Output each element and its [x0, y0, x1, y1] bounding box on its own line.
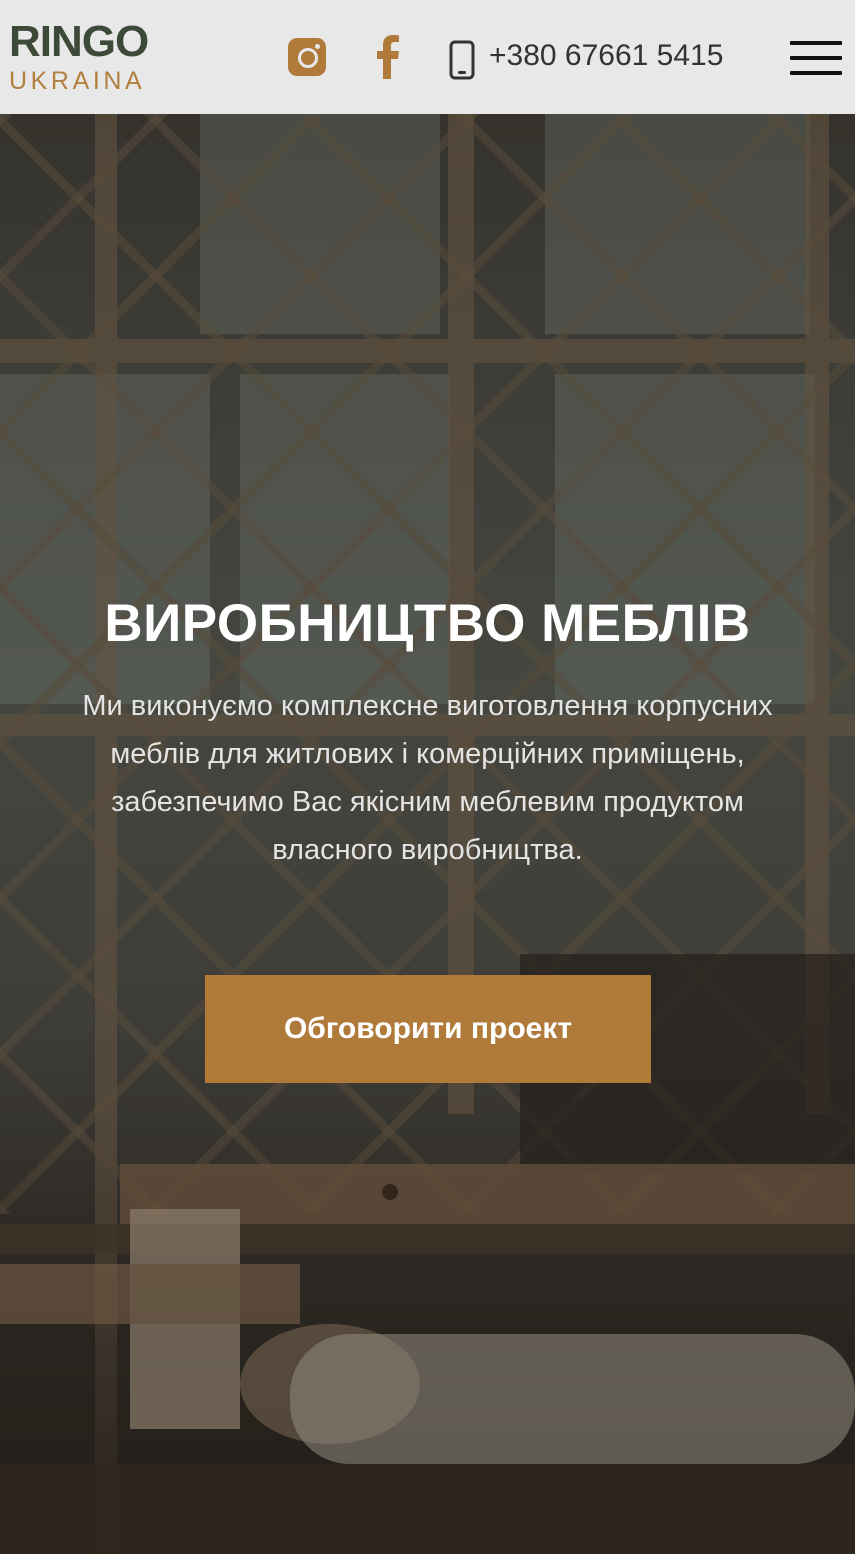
- instagram-icon[interactable]: [288, 38, 326, 76]
- hero-description: Ми виконуємо комплексне виготовлення кор…: [28, 682, 827, 874]
- hero-description-line: Ми виконуємо комплексне виготовлення кор…: [82, 690, 773, 722]
- hero-description-line: забезпечимо Вас якісним меблевим продукт…: [111, 786, 744, 818]
- logo-subtitle: UKRAINA: [9, 67, 146, 95]
- discuss-project-button[interactable]: Обговорити проект: [205, 975, 651, 1083]
- facebook-icon[interactable]: [371, 33, 405, 79]
- logo-wordmark: RINGO: [9, 17, 149, 66]
- phone-number-link[interactable]: +380 67661 5415: [489, 36, 723, 76]
- mobile-phone-icon: [449, 40, 475, 80]
- site-header: RINGO UKRAINA +380 67661 5415: [0, 0, 855, 114]
- logo[interactable]: RINGO UKRAINA: [9, 20, 179, 96]
- hero-description-line: меблів для житлових і комерційних приміщ…: [110, 738, 745, 770]
- hero-description-line: власного виробництва.: [272, 834, 583, 866]
- hero-section: ВИРОБНИЦТВО МЕБЛІВ Ми виконуємо комплекс…: [0, 114, 855, 1554]
- hero-title: ВИРОБНИЦТВО МЕБЛІВ: [104, 594, 751, 653]
- hamburger-menu-icon[interactable]: [790, 41, 842, 75]
